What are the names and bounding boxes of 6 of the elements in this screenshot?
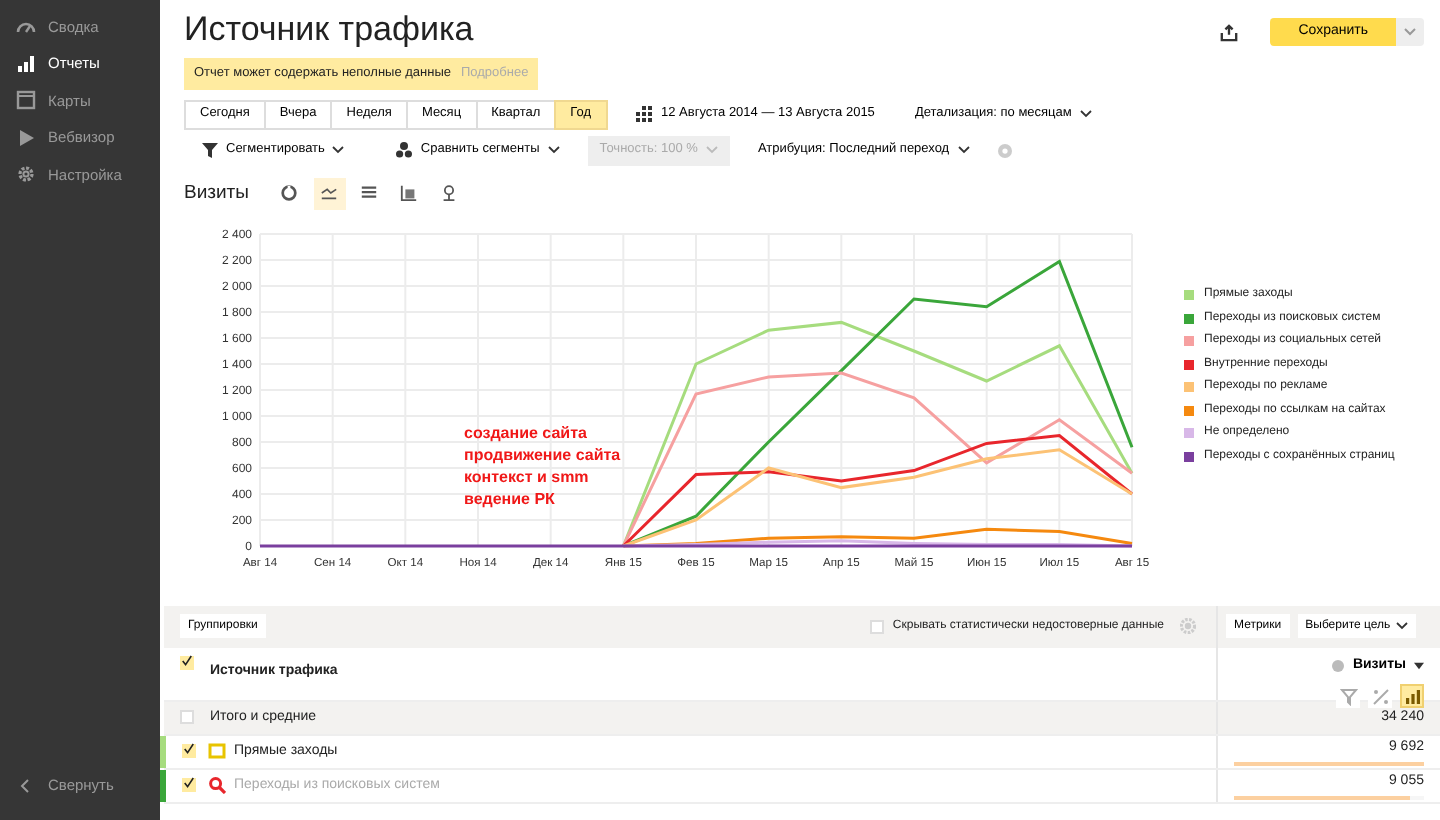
page-title: Источник трафика xyxy=(184,8,474,46)
annotation-text: ведение РК xyxy=(464,487,557,510)
annotation-text: контекст и smm xyxy=(464,465,591,488)
chart-title: Визиты xyxy=(184,179,249,208)
annotation-text: создание сайта xyxy=(464,421,589,444)
annotation-text: продвижение сайта xyxy=(464,443,621,466)
